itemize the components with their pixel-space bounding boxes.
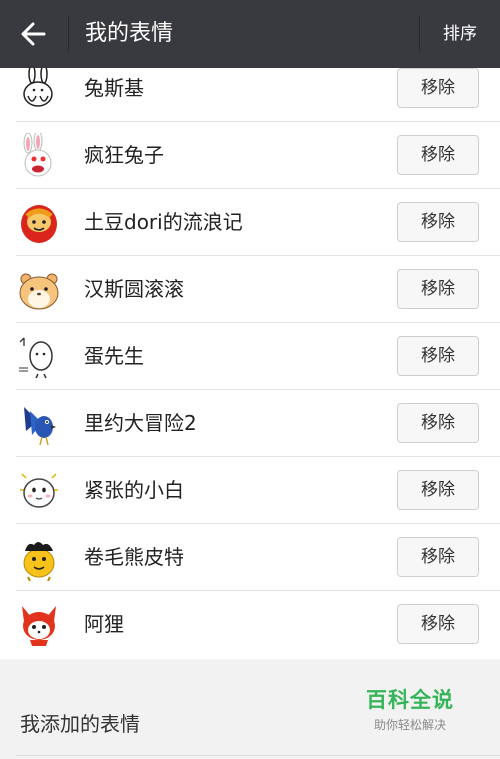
remove-button[interactable]: 移除	[397, 604, 479, 644]
potato-dori-icon	[21, 205, 57, 243]
list-item: 兔斯基 移除	[0, 68, 500, 122]
list-item: 紧张的小白 移除	[0, 457, 500, 524]
sort-button[interactable]: 排序	[420, 0, 500, 68]
remove-button[interactable]: 移除	[397, 68, 479, 108]
top-bar: 我的表情 排序	[0, 0, 500, 68]
list-item: 土豆dori的流浪记 移除	[0, 189, 500, 256]
rabbit-sketch-icon	[23, 68, 53, 107]
sticker-name: 疯狂兔子	[84, 143, 164, 167]
sticker-name: 卷毛熊皮特	[84, 545, 184, 569]
egg-man-icon	[19, 337, 53, 379]
sticker-list: 兔斯基 移除 疯狂兔子 移除 土豆dori的流浪记 移除 汉斯圆滚滚 移除 蛋先…	[0, 68, 500, 659]
list-item: 卷毛熊皮特 移除	[0, 524, 500, 591]
page-title: 我的表情	[85, 21, 174, 46]
crazy-rabbit-icon	[23, 133, 52, 177]
remove-button[interactable]: 移除	[397, 537, 479, 577]
sticker-name: 兔斯基	[84, 76, 144, 100]
sticker-name: 汉斯圆滚滚	[84, 277, 184, 301]
divider	[68, 16, 69, 52]
sticker-name: 土豆dori的流浪记	[84, 210, 243, 234]
watermark-subtitle: 助你轻松解决	[373, 718, 446, 732]
remove-button[interactable]: 移除	[397, 135, 479, 175]
list-item: 阿狸 移除	[0, 591, 500, 658]
list-item: 疯狂兔子 移除	[0, 122, 500, 189]
list-item: 汉斯圆滚滚 移除	[0, 256, 500, 323]
sticker-name: 蛋先生	[84, 344, 144, 368]
ali-fox-icon	[22, 606, 56, 646]
watermark: 百科全说 助你轻松解决	[360, 684, 460, 733]
remove-button[interactable]: 移除	[397, 403, 479, 443]
remove-button[interactable]: 移除	[397, 202, 479, 242]
remove-button[interactable]: 移除	[397, 269, 479, 309]
sticker-name: 里约大冒险2	[84, 411, 197, 435]
arrow-left-icon	[21, 22, 46, 46]
section-title-added-stickers: 我添加的表情	[20, 712, 140, 736]
sticker-name: 紧张的小白	[84, 478, 184, 502]
nervous-ghost-icon	[20, 473, 58, 508]
list-item: 蛋先生 移除	[0, 323, 500, 390]
blue-parrot-icon	[24, 407, 56, 446]
remove-button[interactable]: 移除	[397, 470, 479, 510]
hamster-icon	[19, 273, 59, 310]
divider	[16, 755, 500, 756]
watermark-title: 百科全说	[366, 688, 454, 712]
back-button[interactable]	[0, 0, 68, 68]
remove-button[interactable]: 移除	[397, 336, 479, 376]
curly-bear-icon	[23, 542, 55, 581]
list-item: 里约大冒险2 移除	[0, 390, 500, 457]
sticker-name: 阿狸	[84, 612, 124, 636]
